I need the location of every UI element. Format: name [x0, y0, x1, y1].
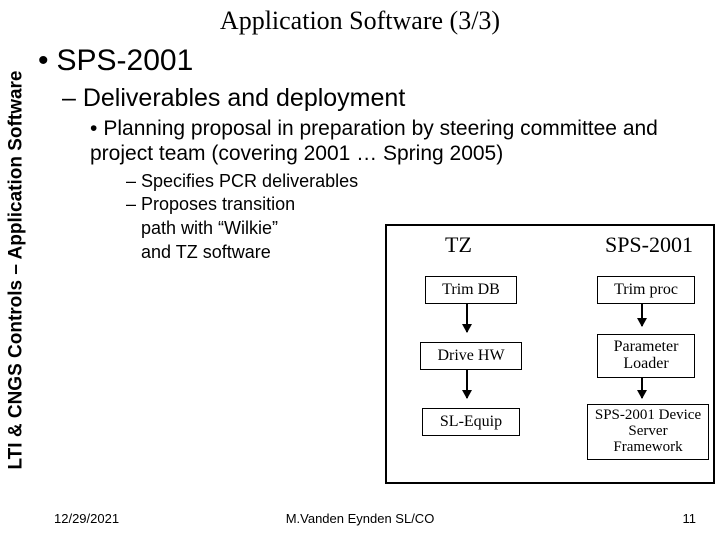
- footer-author: M.Vanden Eynden SL/CO: [0, 511, 720, 526]
- bullet-level1-text: SPS-2001: [57, 44, 194, 77]
- bullet-level1: •SPS-2001: [38, 44, 706, 78]
- arrow-icon: [641, 378, 643, 398]
- box-sl-equip: SL-Equip: [422, 408, 520, 436]
- bullet-level4-c: path with “Wilkie”: [126, 218, 426, 240]
- box-trim-proc: Trim proc: [597, 276, 695, 304]
- box-device-server-framework: SPS-2001 Device Server Framework: [587, 404, 709, 460]
- bullet-level4-b: – Proposes transition: [126, 194, 426, 216]
- footer-page-number: 11: [683, 511, 697, 526]
- architecture-diagram: TZ SPS-2001 Trim DB Drive HW SL-Equip Tr…: [385, 224, 715, 484]
- vertical-section-label-text: LTI & CNGS Controls – Application Softwa…: [6, 70, 28, 469]
- bullet-level4-a: – Specifies PCR deliverables: [126, 171, 426, 193]
- bullet-level4-d: and TZ software: [126, 242, 426, 264]
- arrow-icon: [466, 370, 468, 398]
- arrow-icon: [466, 304, 468, 332]
- arrow-icon: [641, 304, 643, 326]
- slide-title: Application Software (3/3): [0, 6, 720, 36]
- diagram-header-sps2001: SPS-2001: [605, 232, 693, 258]
- box-parameter-loader: Parameter Loader: [597, 334, 695, 378]
- vertical-section-label: LTI & CNGS Controls – Application Softwa…: [2, 36, 32, 504]
- box-trim-db: Trim DB: [425, 276, 517, 304]
- bullet-level3-text: Planning proposal in preparation by stee…: [90, 117, 658, 165]
- box-drive-hw: Drive HW: [420, 342, 522, 370]
- diagram-header-tz: TZ: [445, 232, 472, 258]
- bullet-level3: •Planning proposal in preparation by ste…: [90, 117, 706, 167]
- bullet-level2: – Deliverables and deployment: [62, 84, 706, 113]
